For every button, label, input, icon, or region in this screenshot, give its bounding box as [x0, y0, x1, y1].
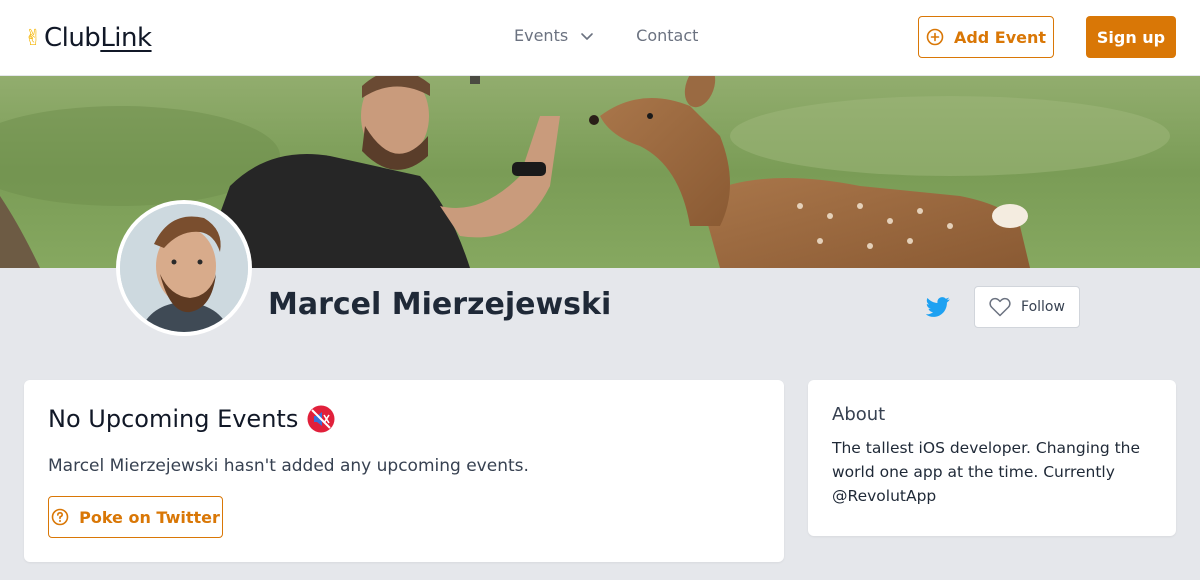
muted-speaker-icon	[307, 405, 335, 433]
events-card-title: No Upcoming Events	[48, 404, 336, 434]
events-card-description: Marcel Mierzejewski hasn't added any upc…	[48, 456, 529, 476]
victory-hand-icon: ✌	[24, 25, 42, 51]
profile-name: Marcel Mierzejewski	[268, 287, 612, 322]
poke-label: Poke on Twitter	[79, 507, 220, 527]
logo-text-club: Club	[43, 23, 101, 53]
nav-events-dropdown[interactable]: Events	[514, 26, 594, 45]
about-card-body: The tallest iOS developer. Changing the …	[832, 439, 1141, 505]
poke-on-twitter-button[interactable]: Poke on Twitter	[48, 496, 223, 538]
chevron-down-icon	[581, 32, 593, 40]
main-nav: Events Contact	[514, 26, 698, 45]
add-event-button[interactable]: Add Event	[918, 16, 1054, 58]
heart-icon	[989, 297, 1011, 317]
events-card-title-text: No Upcoming Events	[48, 405, 299, 433]
nav-contact-link[interactable]: Contact	[636, 26, 698, 45]
question-circle-icon	[51, 508, 69, 526]
plus-circle-icon	[926, 28, 944, 46]
twitter-icon[interactable]	[926, 296, 950, 318]
about-card-title: About	[832, 404, 886, 425]
clublink-logo[interactable]: ✌ Club Link	[24, 20, 152, 56]
follow-label: Follow	[1021, 299, 1065, 315]
follow-button[interactable]: Follow	[974, 286, 1080, 328]
about-card: About The tallest iOS developer. Changin…	[808, 380, 1176, 536]
logo-text-link: Link	[100, 23, 152, 53]
upcoming-events-card: No Upcoming Events Marcel Mierzejewski h…	[24, 380, 784, 562]
profile-avatar	[116, 200, 252, 336]
add-event-label: Add Event	[953, 27, 1047, 47]
sign-up-button[interactable]: Sign up	[1086, 16, 1176, 58]
nav-events-label: Events	[514, 26, 569, 45]
top-navbar: ✌ Club Link Events Contact Add Event Sign…	[0, 0, 1200, 76]
